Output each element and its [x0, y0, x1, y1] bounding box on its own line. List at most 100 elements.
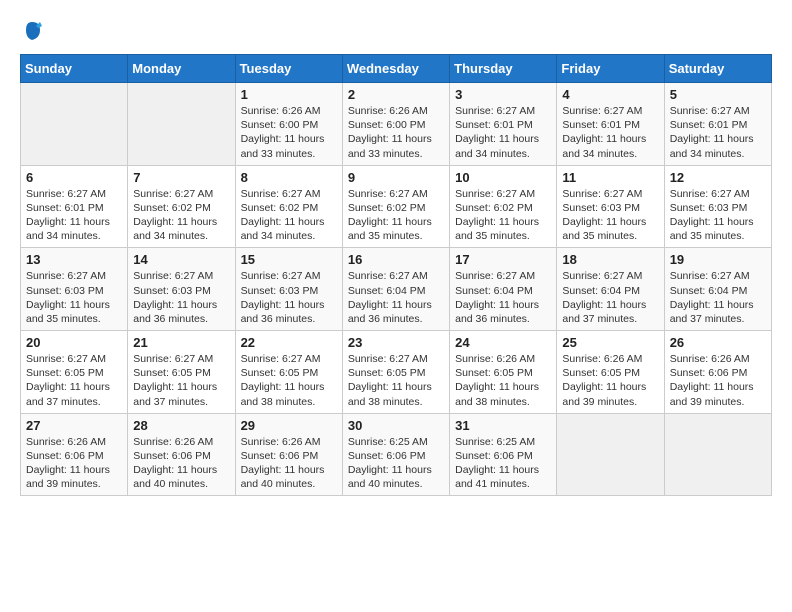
calendar-cell: 17Sunrise: 6:27 AM Sunset: 6:04 PM Dayli…: [450, 248, 557, 331]
calendar-cell: 10 Sunrise: 6:27 AM Sunset: 6:02 PM Dayli…: [450, 165, 557, 248]
calendar-cell: [21, 83, 128, 166]
calendar-cell: [664, 413, 771, 496]
calendar-cell: 15 Sunrise: 6:27 AM Sunset: 6:03 PM Dayli…: [235, 248, 342, 331]
calendar-cell: 4 Sunrise: 6:27 AM Sunset: 6:01 PM Daylig…: [557, 83, 664, 166]
calendar-cell: 28 Sunrise: 6:26 AM Sunset: 6:06 PM Dayli…: [128, 413, 235, 496]
day-info: Sunrise: 6:25 AM Sunset: 6:06 PM Dayligh…: [455, 435, 551, 492]
day-info: Sunrise: 6:27 AM Sunset: 6:03 PM Dayligh…: [670, 187, 766, 244]
day-number: 29: [241, 418, 337, 433]
calendar-cell: [557, 413, 664, 496]
weekday-header-tuesday: Tuesday: [235, 55, 342, 83]
calendar-cell: 21Sunrise: 6:27 AM Sunset: 6:05 PM Dayli…: [128, 331, 235, 414]
calendar-week-row: 20 Sunrise: 6:27 AM Sunset: 6:05 PM Dayli…: [21, 331, 772, 414]
weekday-header-sunday: Sunday: [21, 55, 128, 83]
day-info: Sunrise: 6:27 AM Sunset: 6:03 PM Dayligh…: [241, 269, 337, 326]
calendar-cell: 29 Sunrise: 6:26 AM Sunset: 6:06 PM Dayli…: [235, 413, 342, 496]
calendar-cell: 8Sunrise: 6:27 AM Sunset: 6:02 PM Daylig…: [235, 165, 342, 248]
calendar-cell: 25 Sunrise: 6:26 AM Sunset: 6:05 PM Dayli…: [557, 331, 664, 414]
day-info: Sunrise: 6:26 AM Sunset: 6:05 PM Dayligh…: [455, 352, 551, 409]
day-number: 26: [670, 335, 766, 350]
day-info: Sunrise: 6:27 AM Sunset: 6:03 PM Dayligh…: [562, 187, 658, 244]
day-number: 18: [562, 252, 658, 267]
calendar-cell: 22 Sunrise: 6:27 AM Sunset: 6:05 PM Dayli…: [235, 331, 342, 414]
calendar-cell: 30 Sunrise: 6:25 AM Sunset: 6:06 PM Dayli…: [342, 413, 449, 496]
day-number: 2: [348, 87, 444, 102]
calendar-week-row: 13Sunrise: 6:27 AM Sunset: 6:03 PM Dayli…: [21, 248, 772, 331]
day-number: 24: [455, 335, 551, 350]
day-info: Sunrise: 6:27 AM Sunset: 6:05 PM Dayligh…: [241, 352, 337, 409]
day-number: 15: [241, 252, 337, 267]
day-number: 5: [670, 87, 766, 102]
day-info: Sunrise: 6:26 AM Sunset: 6:00 PM Dayligh…: [348, 104, 444, 161]
day-info: Sunrise: 6:25 AM Sunset: 6:06 PM Dayligh…: [348, 435, 444, 492]
day-number: 30: [348, 418, 444, 433]
day-info: Sunrise: 6:27 AM Sunset: 6:01 PM Dayligh…: [455, 104, 551, 161]
day-number: 3: [455, 87, 551, 102]
day-number: 16: [348, 252, 444, 267]
calendar-cell: 9 Sunrise: 6:27 AM Sunset: 6:02 PM Daylig…: [342, 165, 449, 248]
day-info: Sunrise: 6:27 AM Sunset: 6:01 PM Dayligh…: [562, 104, 658, 161]
day-number: 22: [241, 335, 337, 350]
day-info: Sunrise: 6:27 AM Sunset: 6:01 PM Dayligh…: [670, 104, 766, 161]
calendar-cell: 13Sunrise: 6:27 AM Sunset: 6:03 PM Dayli…: [21, 248, 128, 331]
calendar-cell: 19 Sunrise: 6:27 AM Sunset: 6:04 PM Dayli…: [664, 248, 771, 331]
day-info: Sunrise: 6:27 AM Sunset: 6:05 PM Dayligh…: [348, 352, 444, 409]
calendar-cell: 11 Sunrise: 6:27 AM Sunset: 6:03 PM Dayli…: [557, 165, 664, 248]
calendar-cell: 1Sunrise: 6:26 AM Sunset: 6:00 PM Daylig…: [235, 83, 342, 166]
day-info: Sunrise: 6:26 AM Sunset: 6:05 PM Dayligh…: [562, 352, 658, 409]
day-info: Sunrise: 6:26 AM Sunset: 6:06 PM Dayligh…: [670, 352, 766, 409]
calendar-cell: 5 Sunrise: 6:27 AM Sunset: 6:01 PM Daylig…: [664, 83, 771, 166]
day-info: Sunrise: 6:27 AM Sunset: 6:05 PM Dayligh…: [133, 352, 229, 409]
calendar-cell: 3 Sunrise: 6:27 AM Sunset: 6:01 PM Daylig…: [450, 83, 557, 166]
calendar-cell: 12 Sunrise: 6:27 AM Sunset: 6:03 PM Dayli…: [664, 165, 771, 248]
day-info: Sunrise: 6:27 AM Sunset: 6:02 PM Dayligh…: [348, 187, 444, 244]
day-number: 10: [455, 170, 551, 185]
day-number: 19: [670, 252, 766, 267]
calendar-cell: 31Sunrise: 6:25 AM Sunset: 6:06 PM Dayli…: [450, 413, 557, 496]
calendar-cell: 23 Sunrise: 6:27 AM Sunset: 6:05 PM Dayli…: [342, 331, 449, 414]
weekday-header-friday: Friday: [557, 55, 664, 83]
calendar-cell: [128, 83, 235, 166]
day-number: 7: [133, 170, 229, 185]
day-info: Sunrise: 6:27 AM Sunset: 6:04 PM Dayligh…: [348, 269, 444, 326]
day-number: 17: [455, 252, 551, 267]
day-info: Sunrise: 6:27 AM Sunset: 6:02 PM Dayligh…: [455, 187, 551, 244]
page-header: [20, 20, 772, 44]
weekday-header-saturday: Saturday: [664, 55, 771, 83]
weekday-header-monday: Monday: [128, 55, 235, 83]
day-info: Sunrise: 6:26 AM Sunset: 6:06 PM Dayligh…: [241, 435, 337, 492]
calendar-cell: 24 Sunrise: 6:26 AM Sunset: 6:05 PM Dayli…: [450, 331, 557, 414]
weekday-header-wednesday: Wednesday: [342, 55, 449, 83]
day-number: 11: [562, 170, 658, 185]
day-info: Sunrise: 6:27 AM Sunset: 6:05 PM Dayligh…: [26, 352, 122, 409]
logo-icon: [22, 20, 44, 42]
calendar-cell: 26 Sunrise: 6:26 AM Sunset: 6:06 PM Dayli…: [664, 331, 771, 414]
day-info: Sunrise: 6:27 AM Sunset: 6:04 PM Dayligh…: [670, 269, 766, 326]
calendar-cell: 2 Sunrise: 6:26 AM Sunset: 6:00 PM Daylig…: [342, 83, 449, 166]
calendar-week-row: 6Sunrise: 6:27 AM Sunset: 6:01 PM Daylig…: [21, 165, 772, 248]
day-number: 12: [670, 170, 766, 185]
day-number: 28: [133, 418, 229, 433]
day-number: 27: [26, 418, 122, 433]
calendar-week-row: 1Sunrise: 6:26 AM Sunset: 6:00 PM Daylig…: [21, 83, 772, 166]
day-info: Sunrise: 6:26 AM Sunset: 6:06 PM Dayligh…: [133, 435, 229, 492]
day-info: Sunrise: 6:26 AM Sunset: 6:00 PM Dayligh…: [241, 104, 337, 161]
day-info: Sunrise: 6:27 AM Sunset: 6:03 PM Dayligh…: [133, 269, 229, 326]
day-info: Sunrise: 6:27 AM Sunset: 6:01 PM Dayligh…: [26, 187, 122, 244]
day-number: 4: [562, 87, 658, 102]
day-info: Sunrise: 6:27 AM Sunset: 6:02 PM Dayligh…: [241, 187, 337, 244]
calendar-cell: 16 Sunrise: 6:27 AM Sunset: 6:04 PM Dayli…: [342, 248, 449, 331]
day-number: 9: [348, 170, 444, 185]
day-number: 25: [562, 335, 658, 350]
calendar-cell: 14Sunrise: 6:27 AM Sunset: 6:03 PM Dayli…: [128, 248, 235, 331]
day-info: Sunrise: 6:27 AM Sunset: 6:02 PM Dayligh…: [133, 187, 229, 244]
calendar-cell: 7 Sunrise: 6:27 AM Sunset: 6:02 PM Daylig…: [128, 165, 235, 248]
calendar-cell: 18Sunrise: 6:27 AM Sunset: 6:04 PM Dayli…: [557, 248, 664, 331]
day-number: 23: [348, 335, 444, 350]
logo: [20, 20, 44, 44]
calendar-week-row: 27 Sunrise: 6:26 AM Sunset: 6:06 PM Dayli…: [21, 413, 772, 496]
weekday-header-thursday: Thursday: [450, 55, 557, 83]
calendar-table: SundayMondayTuesdayWednesdayThursdayFrid…: [20, 54, 772, 496]
calendar-cell: 20 Sunrise: 6:27 AM Sunset: 6:05 PM Dayli…: [21, 331, 128, 414]
day-number: 20: [26, 335, 122, 350]
